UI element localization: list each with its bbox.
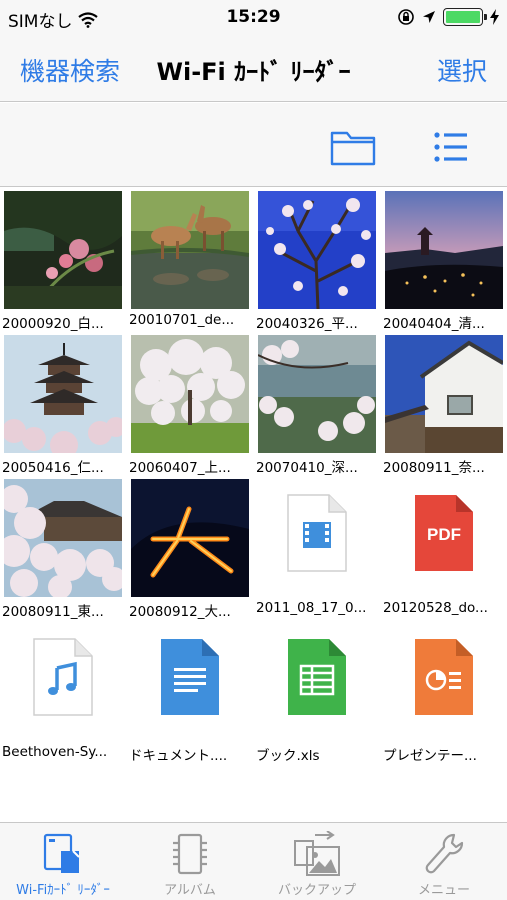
photo-thumbnail (385, 335, 503, 453)
pdf-file-icon: PDF (415, 495, 473, 571)
tab-menu[interactable]: メニュー (381, 823, 507, 900)
card-reader-icon (43, 833, 80, 873)
video-file-icon (287, 494, 347, 572)
spreadsheet-file-icon (288, 639, 346, 715)
file-tile[interactable]: 20000920_白... (2, 188, 124, 332)
tab-label: Wi-Fiｶｰﾄﾞ ﾘｰﾀﾞｰ (16, 883, 110, 898)
photo-thumbnail (131, 191, 249, 309)
file-name: ドキュメント.... (129, 748, 228, 764)
file-tile[interactable]: 20040404_清... (383, 188, 505, 332)
photo-thumbnail (131, 479, 249, 597)
list-icon[interactable] (434, 131, 468, 163)
file-name: 20040404_清... (383, 316, 485, 332)
file-tile[interactable]: ブック.xls (256, 620, 378, 764)
photo-thumbnail (131, 335, 249, 453)
file-tile[interactable]: 20010701_de... (129, 188, 251, 328)
file-name: 20060407_上... (129, 460, 231, 476)
album-icon (173, 833, 207, 875)
file-name: プレゼンテー... (383, 748, 477, 764)
file-tile[interactable]: プレゼンテー... (383, 620, 505, 764)
file-tile[interactable]: 20070410_深... (256, 332, 378, 476)
file-name: 20010701_de... (129, 312, 235, 328)
page-title: Wi-Fi ｶｰﾄﾞ ﾘｰﾀﾞｰ (156, 58, 351, 86)
presentation-file-icon (415, 639, 473, 715)
file-name: 20120528_do... (383, 600, 488, 616)
file-name: 20040326_平... (256, 316, 358, 332)
toolbar (0, 103, 507, 187)
file-name: ブック.xls (256, 748, 320, 764)
photo-thumbnail (258, 335, 376, 453)
pdf-badge: PDF (427, 525, 461, 544)
music-file-icon (33, 638, 93, 716)
file-name: 20070410_深... (256, 460, 358, 476)
file-name: 20080912_大... (129, 604, 231, 620)
folder-icon[interactable] (330, 125, 378, 167)
tab-label: バックアップ (277, 883, 356, 898)
tab-label: メニュー (417, 883, 470, 898)
tab-bar: Wi-Fiｶｰﾄﾞ ﾘｰﾀﾞｰ アルバム バックアップ メニュー (0, 822, 507, 900)
file-tile[interactable]: ドキュメント.... (129, 620, 251, 764)
file-tile[interactable]: 2011_08_17_0... (256, 476, 378, 616)
file-name: Beethoven-Sy... (2, 744, 108, 760)
file-name: 20080911_奈... (383, 460, 485, 476)
wrench-icon (425, 833, 464, 874)
file-tile[interactable]: 20060407_上... (129, 332, 251, 476)
file-tile[interactable]: 20080911_奈... (383, 332, 505, 476)
file-name: 2011_08_17_0... (256, 600, 367, 616)
photo-thumbnail (4, 479, 122, 597)
file-name: 20050416_仁... (2, 460, 104, 476)
charging-bolt-icon (490, 9, 499, 25)
photo-thumbnail (4, 335, 122, 453)
file-name: 20000920_白... (2, 316, 104, 332)
tab-backup[interactable]: バックアップ (254, 823, 380, 900)
file-tile[interactable]: PDF 20120528_do... (383, 476, 505, 616)
file-tile[interactable]: 20040326_平... (256, 188, 378, 332)
file-name: 20080911_東... (2, 604, 104, 620)
photo-thumbnail (258, 191, 376, 309)
navigation-bar: 機器検索 Wi-Fi ｶｰﾄﾞ ﾘｰﾀﾞｰ 選択 (0, 38, 507, 102)
rotation-lock-icon (398, 9, 414, 25)
select-button[interactable]: 選択 (437, 52, 487, 88)
status-right (397, 8, 499, 26)
tab-label: アルバム (164, 883, 216, 898)
file-tile[interactable]: 20050416_仁... (2, 332, 124, 476)
battery-icon (443, 8, 487, 26)
location-arrow-icon (423, 11, 435, 23)
status-bar: SIMなし 15:29 (0, 0, 507, 38)
file-tile[interactable]: 20080911_東... (2, 476, 124, 620)
photo-thumbnail (385, 191, 503, 309)
backup-icon (294, 831, 340, 876)
file-tile[interactable]: 20080912_大... (129, 476, 251, 620)
tab-album[interactable]: アルバム (127, 823, 253, 900)
file-tile[interactable]: Beethoven-Sy... (2, 620, 124, 760)
document-file-icon (161, 639, 219, 715)
tab-card-reader[interactable]: Wi-Fiｶｰﾄﾞ ﾘｰﾀﾞｰ (0, 823, 126, 900)
photo-thumbnail (4, 191, 122, 309)
